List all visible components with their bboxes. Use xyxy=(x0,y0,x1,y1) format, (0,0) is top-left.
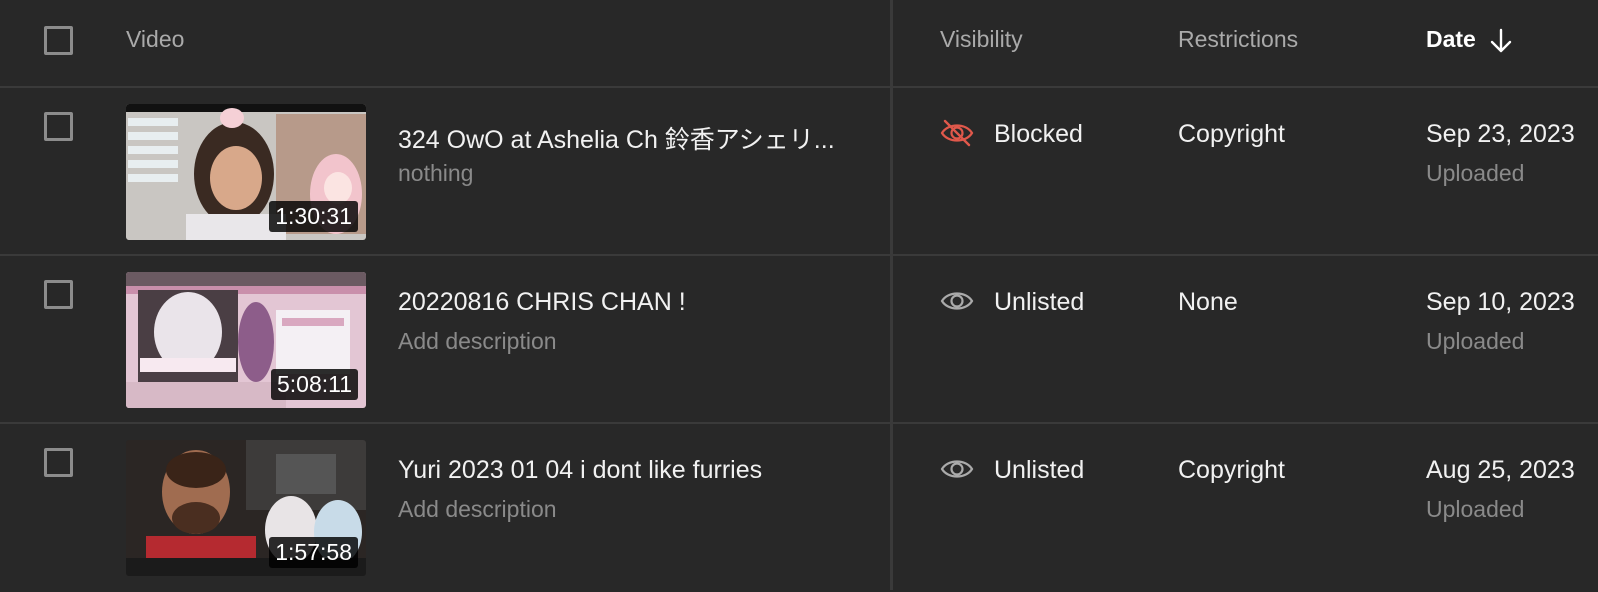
video-column-header[interactable]: Video xyxy=(126,26,184,53)
video-date: Aug 25, 2023 xyxy=(1426,456,1575,484)
video-duration: 1:30:31 xyxy=(269,201,358,232)
date-status: Uploaded xyxy=(1426,160,1525,186)
video-duration: 5:08:11 xyxy=(270,369,358,400)
visibility-status[interactable]: Blocked xyxy=(994,120,1083,149)
visibility-column-header[interactable]: Visibility xyxy=(940,26,1023,53)
visibility-status[interactable]: Unlisted xyxy=(994,456,1084,485)
select-all-checkbox[interactable] xyxy=(44,26,73,55)
video-duration: 1:57:58 xyxy=(269,537,358,568)
video-title[interactable]: 324 OwO at Ashelia Ch 鈴香アシェリ... xyxy=(398,120,835,156)
video-date: Sep 23, 2023 xyxy=(1426,120,1575,148)
video-date: Sep 10, 2023 xyxy=(1426,288,1575,316)
table-row[interactable]: 5:08:11 20220816 CHRIS CHAN ! Add descri… xyxy=(0,256,1598,424)
table-header: Video Visibility Restrictions Date xyxy=(0,0,1598,88)
video-description: nothing xyxy=(398,160,474,186)
video-description[interactable]: Add description xyxy=(398,496,557,523)
row-checkbox[interactable] xyxy=(44,112,73,141)
visibility-status[interactable]: Unlisted xyxy=(994,288,1084,317)
video-title[interactable]: 20220816 CHRIS CHAN ! xyxy=(398,288,686,317)
eye-icon xyxy=(940,460,974,478)
date-column-header[interactable]: Date xyxy=(1426,26,1476,53)
restriction-status: None xyxy=(1178,288,1238,316)
row-checkbox[interactable] xyxy=(44,448,73,477)
video-title[interactable]: Yuri 2023 01 04 i dont like furries xyxy=(398,456,762,485)
restriction-status[interactable]: Copyright xyxy=(1178,120,1285,149)
video-thumbnail[interactable]: 5:08:11 xyxy=(126,272,366,408)
arrow-down-icon[interactable] xyxy=(1488,27,1514,55)
eye-icon xyxy=(940,292,974,310)
video-thumbnail[interactable]: 1:57:58 xyxy=(126,440,366,576)
restrictions-column-header[interactable]: Restrictions xyxy=(1178,26,1298,53)
date-status: Uploaded xyxy=(1426,328,1525,354)
video-thumbnail[interactable]: 1:30:31 xyxy=(126,104,366,240)
eye-off-icon xyxy=(940,119,974,147)
video-description[interactable]: Add description xyxy=(398,328,557,355)
date-status: Uploaded xyxy=(1426,496,1525,522)
table-row[interactable]: 1:30:31 324 OwO at Ashelia Ch 鈴香アシェリ... … xyxy=(0,88,1598,256)
row-checkbox[interactable] xyxy=(44,280,73,309)
restriction-status[interactable]: Copyright xyxy=(1178,456,1285,485)
table-row[interactable]: 1:57:58 Yuri 2023 01 04 i dont like furr… xyxy=(0,424,1598,592)
